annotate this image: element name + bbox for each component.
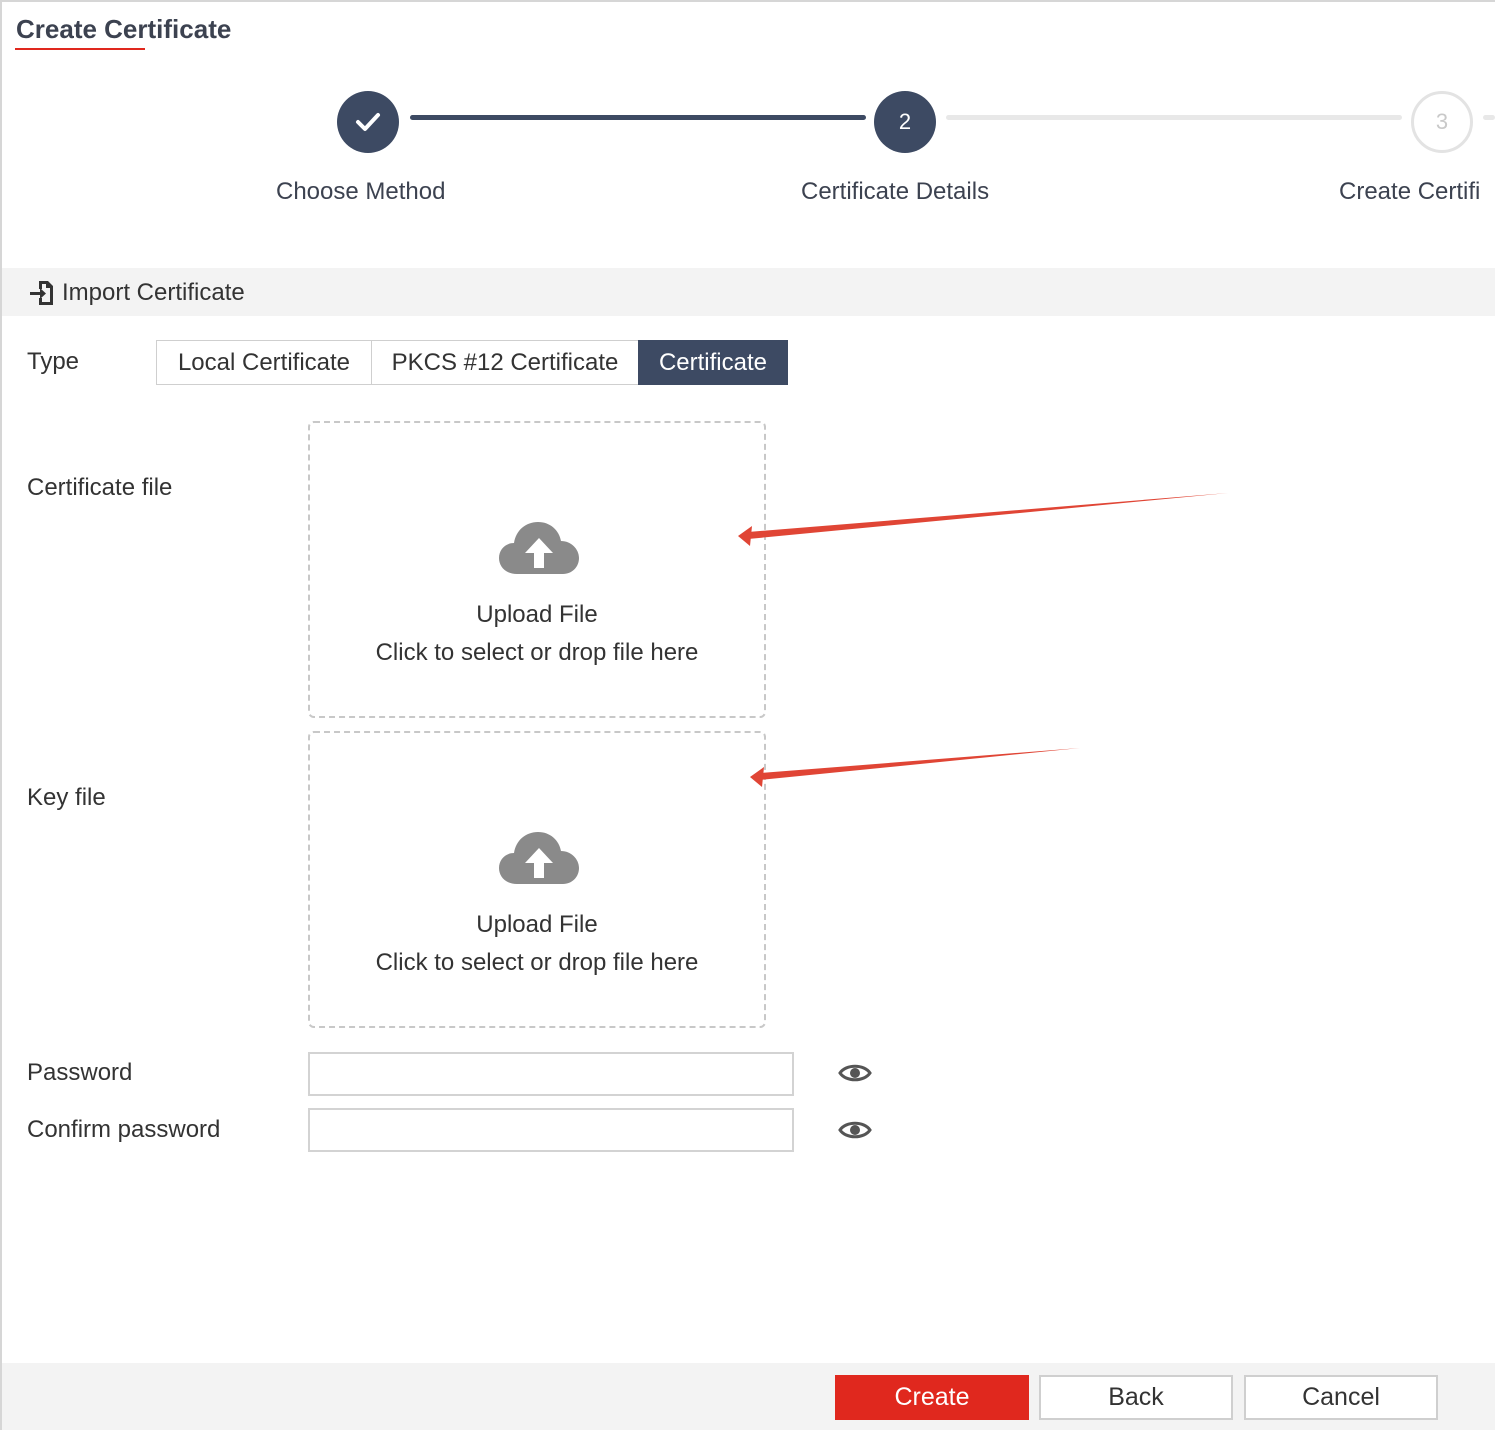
key-file-label: Key file: [27, 784, 106, 811]
section-title: Import Certificate: [62, 279, 245, 306]
import-file-icon: [30, 281, 53, 305]
type-option-pkcs12-certificate[interactable]: PKCS #12 Certificate: [371, 340, 639, 385]
confirm-password-label: Confirm password: [27, 1116, 221, 1143]
upload-title: Upload File: [476, 911, 598, 938]
step-3-circle: 3: [1411, 91, 1473, 153]
cancel-button[interactable]: Cancel: [1244, 1375, 1438, 1420]
eye-icon[interactable]: [838, 1117, 872, 1143]
password-input[interactable]: [308, 1052, 794, 1096]
certificate-file-label: Certificate file: [27, 474, 173, 501]
step-connector-3: [1483, 115, 1495, 120]
back-button[interactable]: Back: [1039, 1375, 1233, 1420]
title-underline: [15, 48, 145, 50]
step-3-label: Create Certifi: [1339, 178, 1481, 205]
type-option-certificate[interactable]: Certificate: [638, 340, 788, 385]
upload-subtitle: Click to select or drop file here: [375, 949, 699, 976]
eye-icon[interactable]: [838, 1060, 872, 1086]
step-connector-1: [410, 115, 866, 120]
cloud-upload-icon: [499, 832, 579, 884]
password-label: Password: [27, 1059, 133, 1086]
page-title: Create Certificate: [16, 14, 232, 44]
step-2-circle: 2: [874, 91, 936, 153]
check-icon: [356, 113, 380, 131]
confirm-password-input[interactable]: [308, 1108, 794, 1152]
type-option-local-certificate[interactable]: Local Certificate: [156, 340, 372, 385]
step-2-label: Certificate Details: [801, 178, 990, 205]
type-label: Type: [27, 348, 80, 375]
upload-title: Upload File: [476, 601, 598, 628]
step-1-circle: [337, 91, 399, 153]
cloud-upload-icon: [499, 522, 579, 574]
key-file-dropzone[interactable]: Upload File Click to select or drop file…: [308, 731, 766, 1028]
step-1-label: Choose Method: [276, 178, 446, 205]
step-connector-2: [946, 115, 1402, 120]
create-button[interactable]: Create: [835, 1375, 1029, 1420]
upload-subtitle: Click to select or drop file here: [375, 639, 699, 666]
certificate-file-dropzone[interactable]: Upload File Click to select or drop file…: [308, 421, 766, 718]
